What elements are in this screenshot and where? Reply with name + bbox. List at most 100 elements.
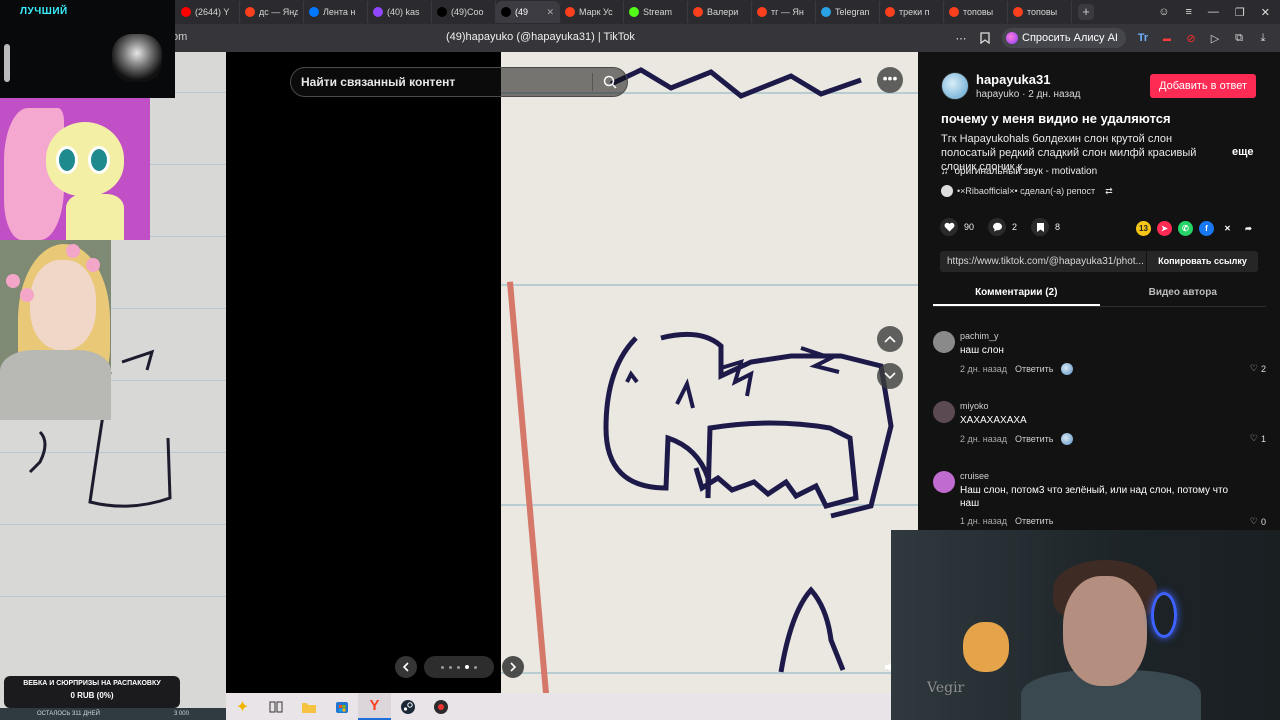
- browser-tab[interactable]: тг — Ян: [752, 1, 816, 23]
- comment-like-button[interactable]: ♡ 2: [1250, 363, 1266, 374]
- microsoft-store-icon[interactable]: [325, 693, 358, 720]
- comment-like-button[interactable]: ♡ 0: [1250, 516, 1266, 527]
- share-link-url[interactable]: https://www.tiktok.com/@hapayuka31/phot.…: [940, 256, 1146, 267]
- comment-button[interactable]: 2: [988, 218, 1017, 236]
- tab-favicon-icon: [949, 7, 959, 17]
- slide-dot[interactable]: [465, 665, 469, 669]
- alice-button[interactable]: Спросить Алису AI: [1002, 28, 1126, 48]
- slide-dot[interactable]: [449, 665, 452, 669]
- comment-icon: [988, 218, 1007, 236]
- yandex-browser-icon[interactable]: Y: [358, 693, 391, 720]
- reply-button[interactable]: Ответить: [1015, 516, 1053, 526]
- downloads-icon[interactable]: ⤓: [1256, 31, 1270, 45]
- previous-slide-button[interactable]: [395, 656, 417, 678]
- comment-time: 1 дн. назад: [960, 516, 1007, 526]
- pony-sticker: [0, 98, 150, 240]
- chevron-up-icon: [884, 335, 896, 343]
- comment-like-button[interactable]: ♡ 1: [1250, 433, 1266, 444]
- slide-dot[interactable]: [474, 665, 477, 669]
- browser-tab[interactable]: топовы: [944, 1, 1008, 23]
- comment-meta: 2 дн. назад Ответить: [960, 433, 1074, 445]
- browser-tab[interactable]: Лента н: [304, 1, 368, 23]
- media-icon[interactable]: ▷: [1208, 31, 1222, 45]
- comment-item: cruisee Наш слон, потом3 что зелёный, или…: [933, 471, 1266, 530]
- commenter-avatar[interactable]: [933, 331, 955, 353]
- facebook-icon[interactable]: f: [1199, 221, 1214, 236]
- steam-icon[interactable]: [391, 693, 424, 720]
- share-count-badge[interactable]: 13: [1136, 221, 1151, 236]
- author-avatar[interactable]: [941, 72, 969, 100]
- search-icon[interactable]: [593, 67, 627, 97]
- restore-button[interactable]: ❐: [1235, 6, 1245, 19]
- x-twitter-icon[interactable]: ✕: [1220, 221, 1235, 236]
- browser-tab[interactable]: дс — Янд: [240, 1, 304, 23]
- plush-toy: [963, 622, 1009, 672]
- music-note-icon: ♫: [941, 166, 949, 177]
- author-handle[interactable]: hapayuka31: [976, 72, 1050, 87]
- tab-title: (49)Coo: [451, 7, 484, 17]
- add-reply-button[interactable]: Добавить в ответ: [1150, 74, 1256, 98]
- close-window-button[interactable]: ✕: [1261, 6, 1270, 19]
- commenter-avatar[interactable]: [933, 401, 955, 423]
- commenter-name[interactable]: pachim_y: [960, 331, 999, 341]
- send-to-friends-icon[interactable]: ➤: [1157, 221, 1172, 236]
- whatsapp-icon[interactable]: ✆: [1178, 221, 1193, 236]
- copilot-icon[interactable]: ✦: [226, 693, 259, 720]
- browser-tab[interactable]: Telegran: [816, 1, 880, 23]
- slide-dot[interactable]: [441, 665, 444, 669]
- browser-tab[interactable]: (2644) Y: [176, 1, 240, 23]
- expand-description-link[interactable]: еще: [1232, 146, 1254, 158]
- close-tab-icon[interactable]: ✕: [546, 7, 554, 18]
- save-button[interactable]: 8: [1031, 218, 1060, 236]
- commenter-name[interactable]: miyoko: [960, 401, 989, 411]
- reposter-avatar: [941, 185, 953, 197]
- browser-tab[interactable]: Stream: [624, 1, 688, 23]
- comment-time: 2 дн. назад: [960, 364, 1007, 374]
- tab-comments[interactable]: Комментарии (2): [933, 283, 1100, 306]
- minimize-button[interactable]: —: [1208, 6, 1219, 18]
- browser-tab[interactable]: (49 ✕: [496, 1, 560, 23]
- tab-favicon-icon: [757, 7, 767, 17]
- browser-tab[interactable]: (40) kas: [368, 1, 432, 23]
- task-view-icon[interactable]: [259, 693, 292, 720]
- extension-adblock-icon[interactable]: ⊘: [1184, 31, 1198, 45]
- tab-favicon-icon: [373, 7, 383, 17]
- obs-icon[interactable]: [424, 693, 457, 720]
- next-slide-button[interactable]: [502, 656, 524, 678]
- browser-tab[interactable]: топовы: [1008, 1, 1072, 23]
- browser-tab[interactable]: Валери: [688, 1, 752, 23]
- copy-link-button[interactable]: Копировать ссылку: [1146, 251, 1258, 272]
- sound-row[interactable]: ♫ оригинальный звук - motivation: [941, 166, 1097, 177]
- file-explorer-icon[interactable]: [292, 693, 325, 720]
- extensions-icon[interactable]: ⧉: [1232, 31, 1246, 45]
- slide-dot[interactable]: [457, 665, 460, 669]
- more-options-button[interactable]: •••: [877, 67, 903, 93]
- chevron-left-icon: [402, 662, 409, 672]
- previous-post-button[interactable]: [877, 326, 903, 352]
- comment-meta: 1 дн. назад Ответить: [960, 516, 1053, 526]
- tab-author-videos[interactable]: Видео автора: [1100, 283, 1267, 306]
- share-arrow-icon[interactable]: ➦: [1241, 221, 1256, 236]
- browser-tab[interactable]: Марк Ус: [560, 1, 624, 23]
- comment-count: 2: [1012, 222, 1018, 232]
- profile-icon[interactable]: ☺: [1158, 6, 1169, 18]
- browser-tab[interactable]: треки п: [880, 1, 944, 23]
- bookmark-icon[interactable]: [978, 31, 992, 45]
- commenter-avatar[interactable]: [933, 471, 955, 493]
- alice-label: Спросить Алису AI: [1022, 32, 1118, 44]
- reply-button[interactable]: Ответить: [1015, 434, 1053, 444]
- reply-button[interactable]: Ответить: [1015, 364, 1053, 374]
- tab-title: Stream: [643, 7, 673, 17]
- menu-icon[interactable]: ≡: [1185, 6, 1191, 18]
- like-button[interactable]: 90: [940, 218, 974, 236]
- more-dots-icon[interactable]: ⋯: [954, 31, 968, 45]
- extension-red-icon[interactable]: ▬: [1160, 31, 1174, 45]
- next-post-button[interactable]: [877, 363, 903, 389]
- heart-icon: [940, 218, 958, 236]
- browser-tab[interactable]: (49)Coo: [432, 1, 496, 23]
- commenter-name[interactable]: cruisee: [960, 471, 989, 481]
- translate-icon[interactable]: Tr: [1136, 31, 1150, 45]
- tab-title: тг — Ян: [771, 7, 804, 17]
- new-tab-button[interactable]: +: [1078, 4, 1094, 20]
- related-search-input[interactable]: [291, 75, 592, 89]
